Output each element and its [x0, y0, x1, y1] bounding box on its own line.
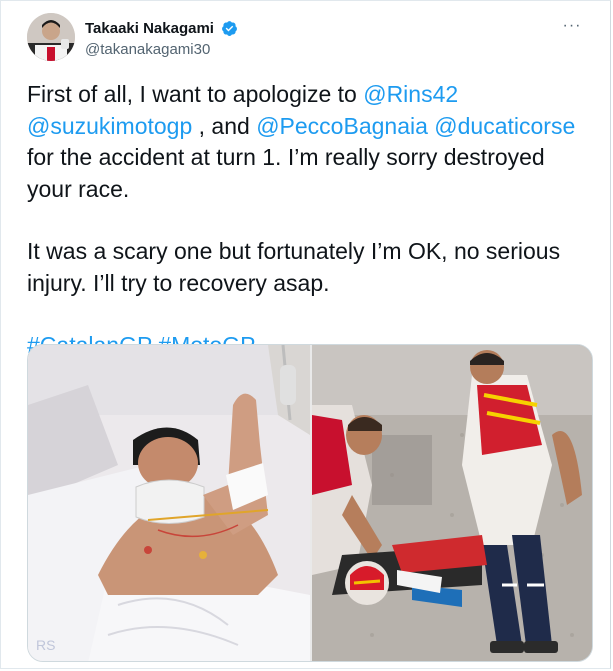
more-options-icon[interactable]: ··· [557, 17, 587, 41]
verified-badge-icon [222, 21, 238, 36]
crash-scene-photo-illustration [312, 345, 592, 661]
user-names: Takaaki Nakagami @takanakagami30 [85, 19, 238, 59]
text-segment: First of all, I want to apologize to [27, 81, 364, 107]
tweet-paragraph-1: First of all, I want to apologize to @Ri… [27, 79, 587, 205]
tweet-card: Takaaki Nakagami @takanakagami30 ··· Fir… [0, 0, 611, 669]
tweet-paragraph-2: It was a scary one but fortunately I’m O… [27, 238, 561, 296]
text-segment: , and [192, 112, 257, 139]
user-handle[interactable]: @takanakagami30 [85, 40, 238, 59]
hospital-photo-illustration: RS [28, 345, 310, 661]
text-segment: for the accident at turn 1. I’m really s… [27, 144, 545, 202]
tweet-text: First of all, I want to apologize to @Ri… [27, 79, 587, 362]
mention-ducati[interactable]: @ducaticorse [434, 113, 575, 139]
tweet-header: Takaaki Nakagami @takanakagami30 ··· [27, 13, 587, 65]
avatar[interactable] [27, 13, 75, 61]
photo-hospital[interactable]: RS [28, 345, 310, 661]
avatar-image [27, 13, 75, 61]
photo-crash-scene[interactable] [312, 345, 592, 661]
mention-suzuki[interactable]: @suzukimotogp [27, 113, 192, 139]
mention-rins[interactable]: @Rins42 [363, 81, 458, 107]
watermark-text: RS [36, 637, 55, 653]
display-name[interactable]: Takaaki Nakagami [85, 19, 214, 38]
media-grid: RS [27, 344, 593, 662]
mention-pecco[interactable]: @PeccoBagnaia [256, 113, 428, 139]
